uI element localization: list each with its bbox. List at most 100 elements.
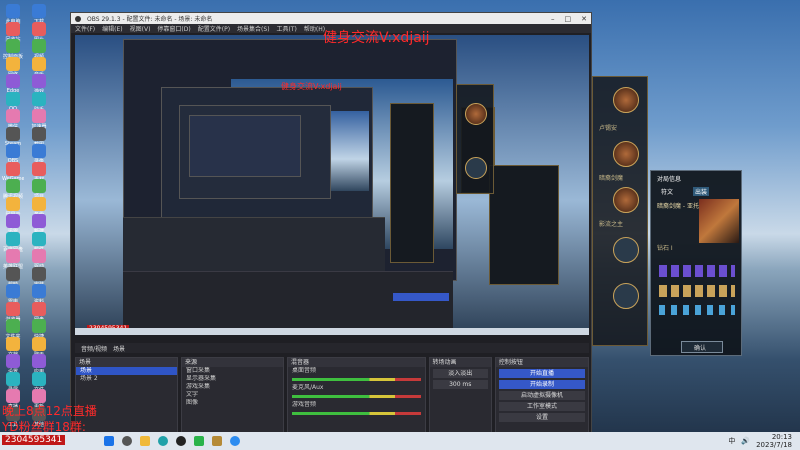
app-icon [32,231,46,246]
dock-tab-audio[interactable]: 音频/视频 [81,344,107,353]
clock[interactable]: 20:13 2023/7/18 [756,433,792,449]
taskbar: 中 🔊 20:13 2023/7/18 [0,432,800,450]
app-icon [32,126,46,141]
wechat-icon[interactable] [194,436,204,446]
source-item[interactable]: 显示器采集 [182,375,283,383]
studio-mode-button[interactable]: 工作室模式 [498,402,585,411]
champion-portrait [613,187,639,213]
champion-name: 暗裔剑魔 [599,175,624,182]
app-icon [32,91,46,106]
nested-window-4 [189,115,301,177]
edge-icon[interactable] [158,436,168,446]
qq-icon[interactable] [230,436,240,446]
app-icon [6,249,20,263]
menu-item[interactable]: 工具(T) [277,24,297,33]
mixer-meter[interactable] [291,412,421,415]
game-panel-title: 对局信息 [657,176,682,183]
system-tray: 中 🔊 20:13 2023/7/18 [728,433,800,449]
speaker-icon[interactable]: 🔊 [741,437,750,445]
game-rank: 钻石 I [657,245,673,252]
scene-item[interactable]: 场景 [76,367,177,375]
controls-header: 控制按钮 [495,358,588,367]
file-explorer-icon[interactable] [140,436,150,446]
menu-item[interactable]: 配置文件(P) [198,24,230,33]
menu-item[interactable]: 场景集合(S) [237,24,270,33]
dock-tab-scenes[interactable]: 场景 [113,344,125,353]
app-icon [32,144,46,158]
app-icon [32,214,46,228]
obs-window[interactable]: OBS 29.1.3 - 配置文件: 未命名 - 场景: 未命名 – □ ✕ 文… [70,12,592,434]
confirm-button[interactable]: 确认 [681,341,723,353]
source-item[interactable]: 窗口采集 [182,367,283,375]
mixer-meter[interactable] [291,378,421,381]
minimize-icon[interactable]: – [551,15,555,23]
menu-item[interactable]: 编辑(E) [102,24,122,33]
clock-date: 2023/7/18 [756,441,792,449]
rune-row [659,265,735,277]
champion-portrait [613,283,639,309]
scenes-dock: 场景 场景 场景 2 [75,357,178,433]
obs-app-icon [75,15,81,22]
id-box: 2304595341 [2,435,66,445]
app-icon [6,371,20,386]
obs-titlebar[interactable]: OBS 29.1.3 - 配置文件: 未命名 - 场景: 未命名 – □ ✕ [71,13,591,24]
nested-game-panel-3 [489,165,559,285]
menu-item[interactable]: 文件(F) [75,24,95,33]
settings-button[interactable]: 设置 [498,413,585,422]
game-client-icon[interactable] [212,436,222,446]
champion-portrait [613,87,639,113]
controls-dock: 控制按钮 开始直播 开始录制 启动虚拟摄像机 工作室模式 设置 [494,357,589,433]
menu-item[interactable]: 帮助(H) [304,24,325,33]
transitions-header: 转场动画 [429,358,491,367]
app-icon [32,266,46,281]
confirm-label: 确认 [694,345,707,352]
search-icon[interactable] [122,436,132,446]
ime-indicator[interactable]: 中 [728,436,735,446]
game-tab-build[interactable]: 出装 [693,187,710,196]
champion-name: 影流之主 [599,221,624,228]
maximize-icon[interactable]: □ [565,15,572,23]
transitions-dock: 转场动画 淡入淡出 300 ms [428,357,492,433]
source-item[interactable]: 图像 [182,399,283,407]
mixer-dock: 混音器 桌面音频 麦克风/Aux 游戏音频 [286,357,426,433]
virtual-camera-button[interactable]: 启动虚拟摄像机 [498,391,585,400]
menu-item[interactable]: 停靠窗口(D) [157,24,190,33]
app-icon [6,389,20,403]
nested-start-button [393,293,449,301]
app-icon [6,284,20,298]
obs-title: OBS 29.1.3 - 配置文件: 未命名 - 场景: 未命名 [87,16,213,23]
app-icon [32,319,46,333]
app-icon [6,354,20,368]
transition-duration-field[interactable]: 300 ms [432,380,488,389]
app-icon [32,4,46,18]
app-icon [32,39,46,53]
app-icon [6,266,20,281]
menu-item[interactable]: 视图(V) [130,24,151,33]
start-recording-button[interactable]: 开始录制 [498,380,585,389]
game-panel-names: 卢锡安 暗裔剑魔 影流之主 [592,76,648,346]
overlay-title-text: 健身交流V:xdjaij [323,30,430,46]
game-info-panel: 对局信息 符文 出装 暗裔剑魔 - 亚托克斯 钻石 I 确认 [650,170,742,356]
transition-type-select[interactable]: 淡入淡出 [432,369,488,378]
close-icon[interactable]: ✕ [581,15,587,23]
scene-item[interactable]: 场景 2 [76,375,177,383]
mixer-meter[interactable] [291,395,421,398]
app-icon [6,21,20,36]
scenes-header: 场景 [76,358,177,367]
app-icon [6,144,20,158]
obs-preview[interactable]: 健身交流V:xdjaij 2304595341 [75,35,589,335]
source-item[interactable]: 文字 [182,391,283,399]
mixer-header: 混音器 [287,358,425,367]
source-item[interactable]: 游戏采集 [182,383,283,391]
sources-header: 来源 [181,358,283,367]
game-panel-mid [456,84,494,194]
app-icon [6,109,20,123]
game-tab-runes[interactable]: 符文 [661,187,673,196]
mixer-channel-label: 游戏音频 [291,401,316,408]
app-icon [6,214,20,228]
mixer-channel-label: 桌面音频 [291,367,316,374]
app-icon [32,336,46,351]
obs-icon[interactable] [176,436,186,446]
start-icon[interactable] [104,436,114,446]
start-streaming-button[interactable]: 开始直播 [498,369,585,378]
